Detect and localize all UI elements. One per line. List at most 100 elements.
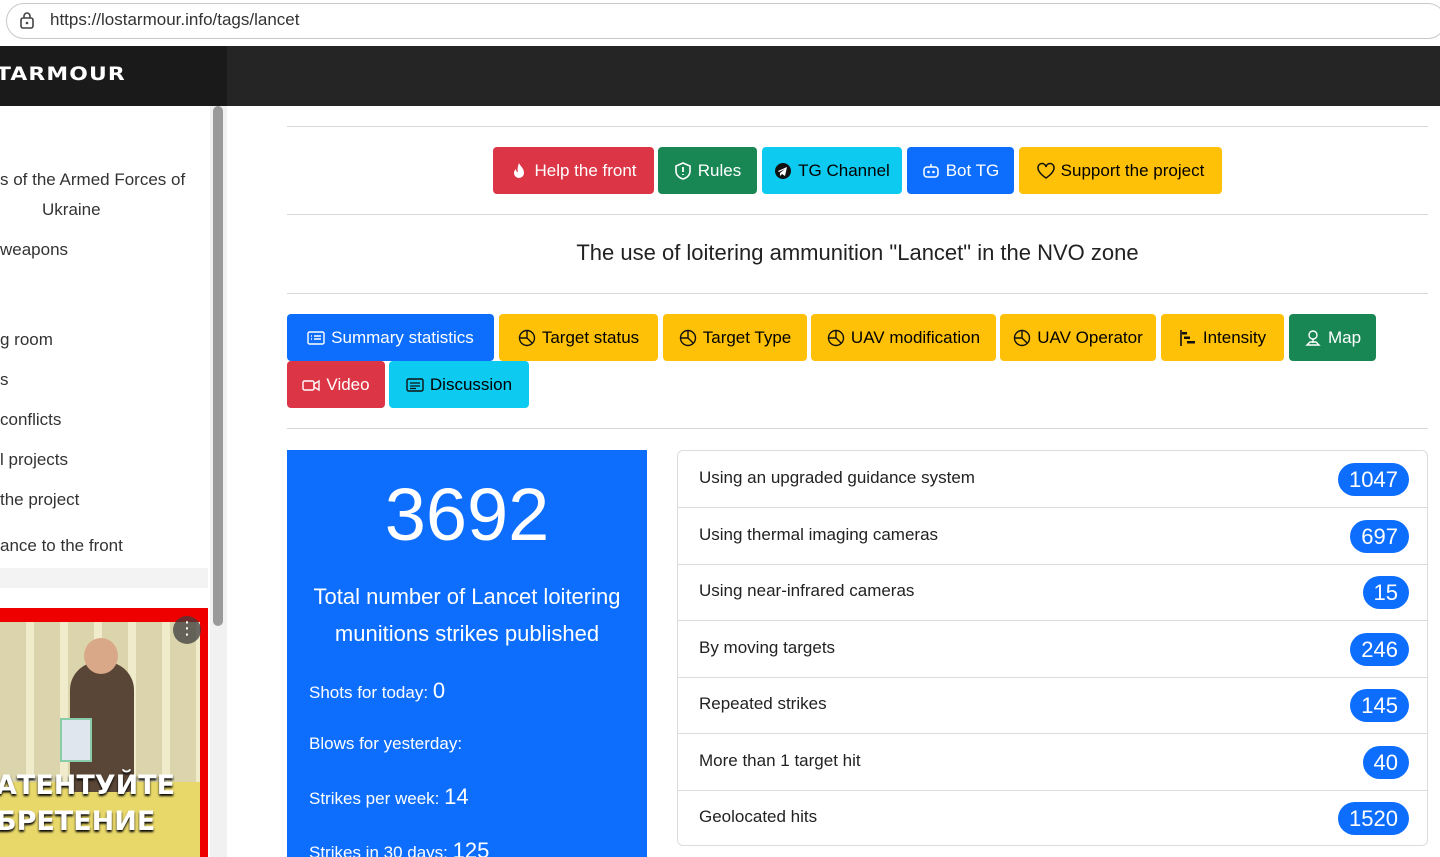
bar-chart-steps-icon xyxy=(1180,329,1195,346)
list-item: Using near-infrared cameras 15 xyxy=(678,564,1427,621)
tab-summary-statistics[interactable]: Summary statistics xyxy=(287,314,494,361)
list-item-label: More than 1 target hit xyxy=(699,751,861,770)
map-pin-icon xyxy=(1305,329,1321,346)
list-item-label: Repeated strikes xyxy=(699,694,827,713)
tab-target-status-label: Target status xyxy=(541,327,640,347)
list-item: Geolocated hits 1520 xyxy=(678,790,1427,845)
list-item: Using thermal imaging cameras 697 xyxy=(678,508,1427,565)
sidebar: s of the Armed Forces of Ukraine weapons… xyxy=(0,106,227,857)
sidebar-item-armed-forces-cont[interactable]: Ukraine xyxy=(42,200,101,220)
count-badge: 145 xyxy=(1350,689,1409,722)
divider-top xyxy=(287,126,1428,127)
video-caption-line1: АТЕНТУЙТЕ xyxy=(0,770,176,801)
card-list-icon xyxy=(307,330,325,345)
strikes-week-row: Strikes per week: 14 xyxy=(309,784,469,810)
sidebar-item-s[interactable]: s xyxy=(0,370,9,390)
sidebar-item-armed-forces[interactable]: s of the Armed Forces of xyxy=(0,170,185,190)
divider-title xyxy=(287,293,1428,294)
page-title: The use of loitering ammunition "Lancet"… xyxy=(576,240,1139,265)
count-badge: 697 xyxy=(1350,520,1409,553)
sidebar-item-conflicts[interactable]: conflicts xyxy=(0,410,61,430)
shots-today-row: Shots for today: 0 xyxy=(309,678,445,704)
rules-button[interactable]: Rules xyxy=(658,147,757,194)
list-item: More than 1 target hit 40 xyxy=(678,734,1427,791)
robot-icon xyxy=(922,163,939,178)
shield-icon xyxy=(674,161,691,180)
total-strikes-count: 3692 xyxy=(384,473,550,556)
sidebar-item-projects[interactable]: l projects xyxy=(0,450,68,470)
heart-icon xyxy=(1036,162,1055,179)
list-item-label: Using thermal imaging cameras xyxy=(699,525,939,544)
video-certificate xyxy=(60,718,92,762)
count-badge: 246 xyxy=(1350,633,1409,666)
top-navbar: TARMOUR xyxy=(0,46,1440,106)
tab-target-type[interactable]: Target Type xyxy=(663,314,807,361)
rules-label: Rules xyxy=(697,160,742,180)
pie-chart-icon xyxy=(1014,329,1031,346)
tab-map-label: Map xyxy=(1327,327,1362,347)
tab-target-status[interactable]: Target status xyxy=(499,314,658,361)
pie-chart-icon xyxy=(679,329,696,346)
stats-list: Using an upgraded guidance system 1047 U… xyxy=(677,450,1428,846)
video-thumbnail[interactable]: АТЕНТУЙТЕ БРЕТЕНИЕ ⋮ xyxy=(0,608,208,857)
tab-summary-label: Summary statistics xyxy=(331,327,474,347)
card-text-icon xyxy=(406,377,424,392)
list-item-label: Using near-infrared cameras xyxy=(699,581,915,600)
sidebar-item-the-project[interactable]: the project xyxy=(0,490,79,510)
strikes-week-label: Strikes per week: xyxy=(309,789,440,808)
divider-buttons xyxy=(287,214,1428,215)
more-options-icon[interactable]: ⋮ xyxy=(173,616,201,644)
brand-container: TARMOUR xyxy=(0,46,227,106)
sidebar-divider xyxy=(0,568,208,588)
tab-intensity[interactable]: Intensity xyxy=(1161,314,1284,361)
help-front-button[interactable]: Help the front xyxy=(493,147,654,194)
site-logo[interactable]: TARMOUR xyxy=(0,63,126,85)
fire-icon xyxy=(514,162,525,178)
video-person-head xyxy=(84,638,118,674)
sidebar-item-room[interactable]: g room xyxy=(0,330,53,350)
tab-uav-modification-label: UAV modification xyxy=(850,327,981,347)
browser-address-bar: https://lostarmour.info/tags/lancet xyxy=(0,0,1440,44)
video-frame: АТЕНТУЙТЕ БРЕТЕНИЕ xyxy=(0,622,200,857)
strikes-30days-label: Strikes in 30 days: xyxy=(309,843,448,857)
list-item-label: By moving targets xyxy=(699,638,836,657)
list-item: Repeated strikes 145 xyxy=(678,677,1427,734)
tab-discussion[interactable]: Discussion xyxy=(389,361,529,408)
strikes-30days-row: Strikes in 30 days: 125 xyxy=(309,838,489,857)
tab-video[interactable]: Video xyxy=(287,361,385,408)
telegram-icon xyxy=(775,162,792,179)
tab-uav-modification[interactable]: UAV modification xyxy=(811,314,996,361)
tg-channel-button[interactable]: TG Channel xyxy=(762,147,902,194)
blows-yesterday-label: Blows for yesterday: xyxy=(309,734,463,753)
sidebar-item-assistance[interactable]: ance to the front xyxy=(0,536,123,556)
bot-tg-button[interactable]: Bot TG xyxy=(907,147,1014,194)
sidebar-scrollbar-thumb[interactable] xyxy=(213,106,223,626)
total-strikes-description: Total number of Lancet loitering munitio… xyxy=(313,584,621,646)
tg-channel-label: TG Channel xyxy=(798,160,890,180)
bot-tg-label: Bot TG xyxy=(945,160,1000,180)
shots-today-label: Shots for today: xyxy=(309,683,429,702)
sidebar-item-weapons[interactable]: weapons xyxy=(0,240,68,260)
shots-today-value: 0 xyxy=(432,678,446,703)
help-front-label: Help the front xyxy=(534,160,637,180)
count-badge: 40 xyxy=(1362,746,1409,779)
tab-video-label: Video xyxy=(326,374,370,394)
url-text[interactable]: https://lostarmour.info/tags/lancet xyxy=(50,10,299,30)
list-item: By moving targets 246 xyxy=(678,621,1427,678)
divider-tabs xyxy=(287,428,1428,429)
summary-card: 3692 Total number of Lancet loitering mu… xyxy=(287,450,647,857)
tab-uav-operator[interactable]: UAV Operator xyxy=(1000,314,1156,361)
pie-chart-icon xyxy=(827,329,845,346)
camera-video-icon xyxy=(302,379,321,391)
tab-uav-operator-label: UAV Operator xyxy=(1037,327,1143,347)
tab-target-type-label: Target Type xyxy=(702,327,792,347)
support-project-button[interactable]: Support the project xyxy=(1019,147,1222,194)
strikes-week-value: 14 xyxy=(444,784,469,809)
count-badge: 1047 xyxy=(1338,463,1409,496)
support-project-label: Support the project xyxy=(1060,160,1205,180)
list-item-label: Geolocated hits xyxy=(699,807,818,826)
lock-icon[interactable] xyxy=(19,11,35,29)
list-item: Using an upgraded guidance system 1047 xyxy=(678,451,1427,508)
tab-map[interactable]: Map xyxy=(1289,314,1376,361)
strikes-30days-value: 125 xyxy=(452,838,490,857)
